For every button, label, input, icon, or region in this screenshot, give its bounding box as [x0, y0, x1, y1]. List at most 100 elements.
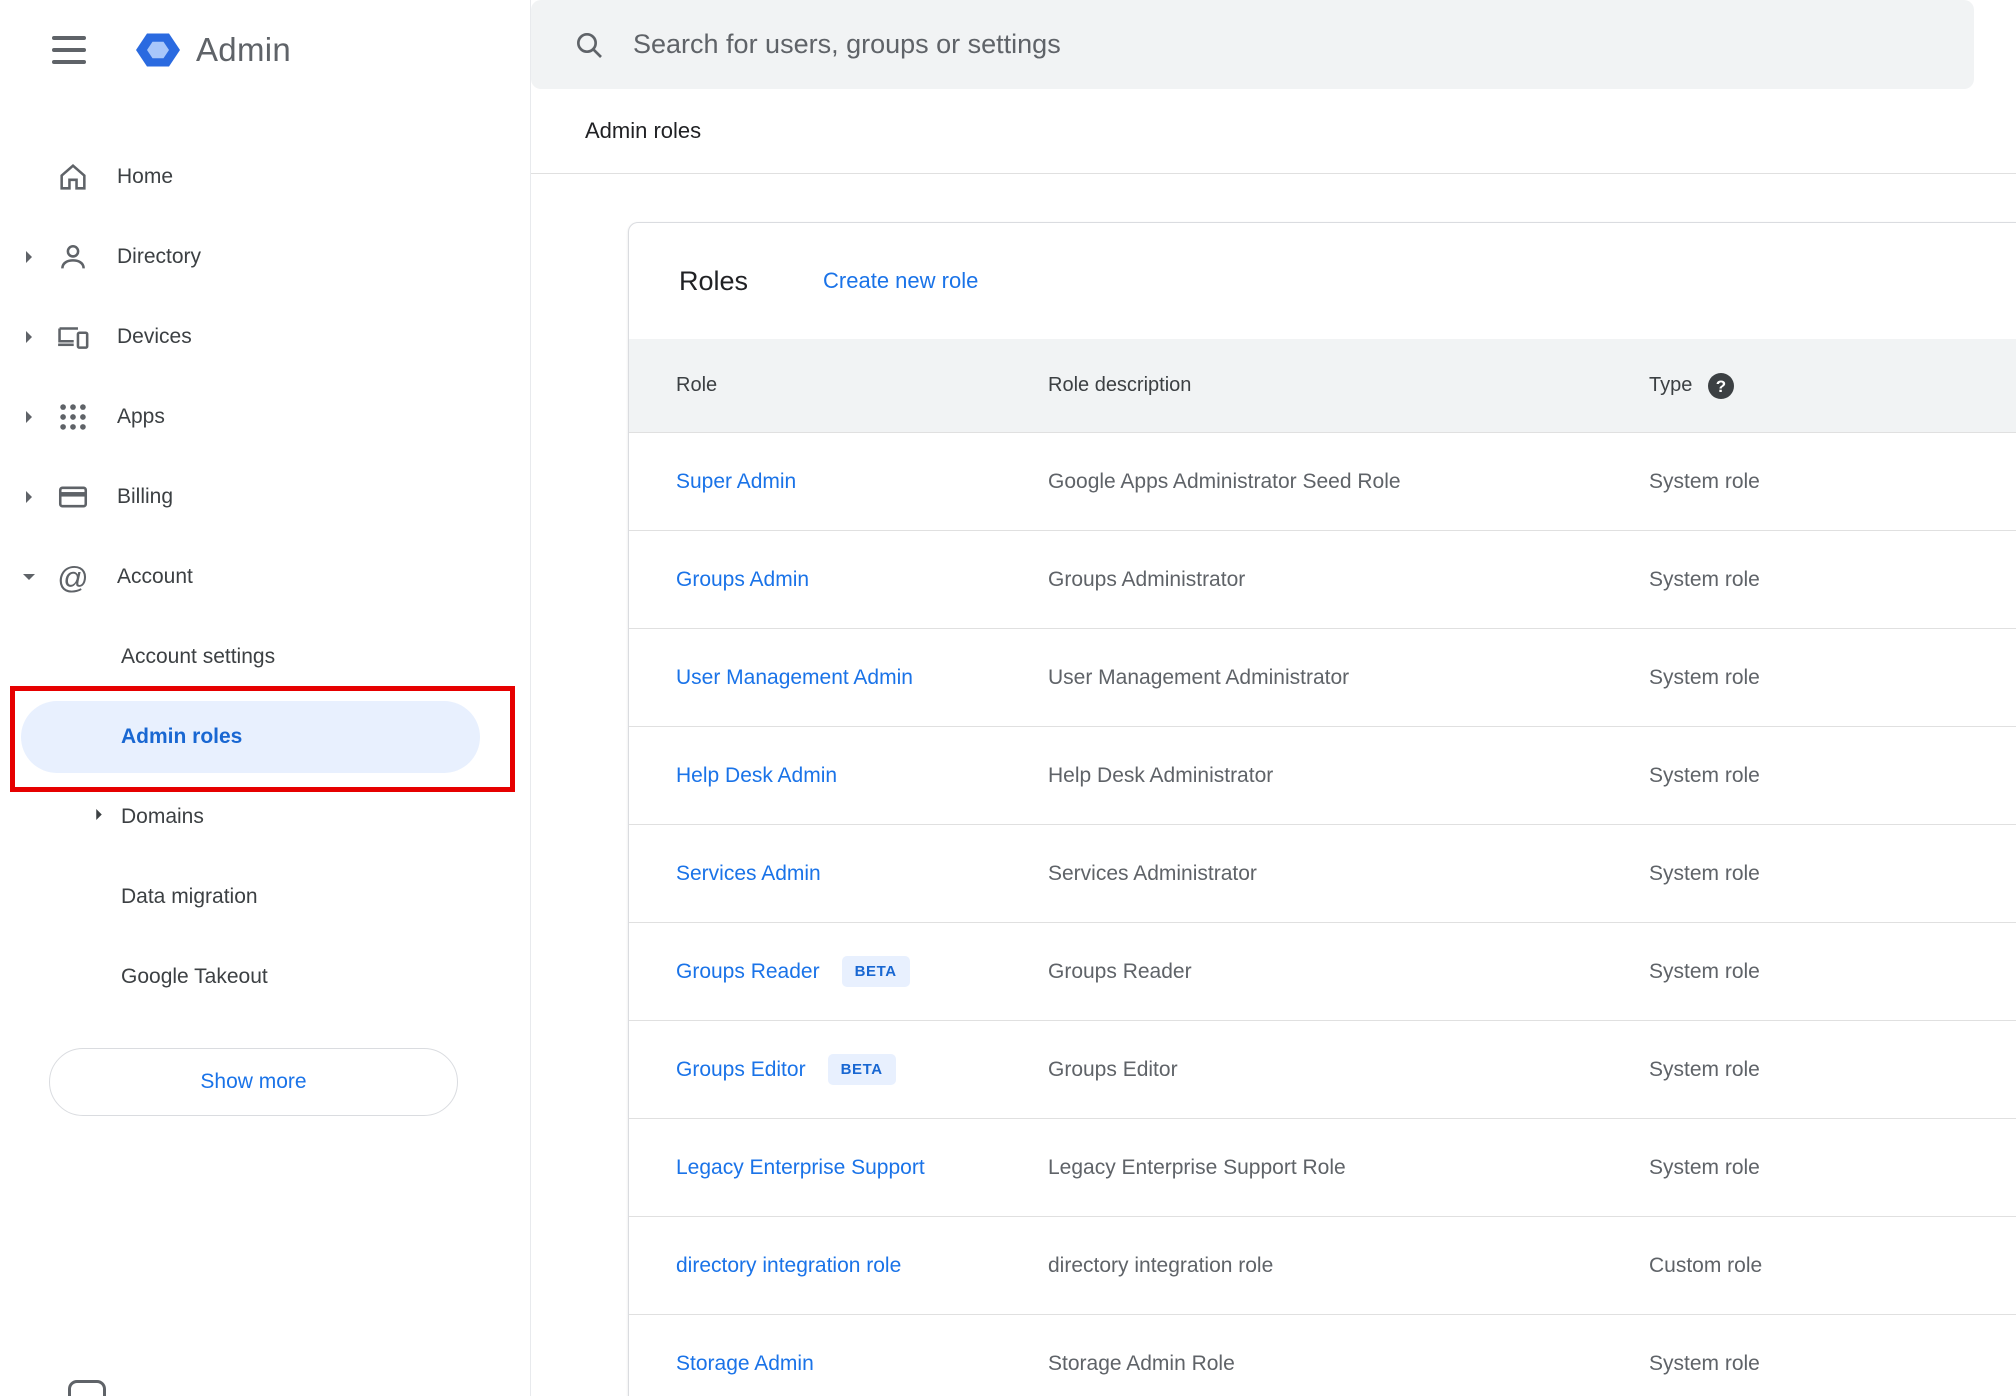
role-type: Custom role	[1649, 1253, 1763, 1277]
main-content: Admin roles Roles Create new role Role R…	[531, 0, 2016, 1396]
app-title: Admin	[196, 31, 292, 68]
sidebar-item-domains[interactable]: Domains	[0, 777, 530, 857]
at-sign-icon: @	[57, 559, 89, 595]
sidebar-item-label: Billing	[117, 485, 174, 508]
sidebar: Admin Home Directory Devices Apps Billin…	[0, 0, 531, 1396]
sidebar-item-google-takeout[interactable]: Google Takeout	[0, 937, 530, 1017]
partial-bottom-icon	[68, 1380, 106, 1396]
beta-badge: BETA	[827, 1054, 896, 1085]
sidebar-item-admin-roles[interactable]: Admin roles	[0, 697, 530, 777]
search-input[interactable]	[633, 29, 1974, 60]
search-bar[interactable]	[531, 0, 1974, 89]
sidebar-item-label: Account settings	[121, 645, 276, 668]
sidebar-item-label: Home	[117, 165, 174, 188]
role-link[interactable]: directory integration role	[676, 1254, 901, 1278]
devices-icon	[55, 319, 91, 355]
table-row[interactable]: Storage Admin Storage Admin Role System …	[629, 1314, 2016, 1396]
apps-grid-icon	[55, 399, 91, 435]
sidebar-item-label: Directory	[117, 245, 202, 268]
active-item-highlight	[21, 701, 480, 773]
sidebar-item-account[interactable]: @ Account	[0, 537, 530, 617]
role-type: System role	[1649, 1155, 1760, 1179]
sidebar-item-label: Account	[117, 565, 193, 588]
svg-text:?: ?	[1716, 377, 1726, 396]
sidebar-item-label: Devices	[117, 325, 192, 348]
show-more-button[interactable]: Show more	[49, 1048, 458, 1116]
help-icon[interactable]: ?	[1706, 371, 1736, 401]
roles-card: Roles Create new role Role Role descript…	[628, 222, 2016, 1396]
table-row[interactable]: Help Desk Admin Help Desk Administrator …	[629, 726, 2016, 824]
create-new-role-link[interactable]: Create new role	[823, 268, 978, 294]
sidebar-item-data-migration[interactable]: Data migration	[0, 857, 530, 937]
sidebar-item-label: Data migration	[121, 885, 258, 908]
sidebar-item-directory[interactable]: Directory	[0, 217, 530, 297]
chevron-right-icon[interactable]	[14, 405, 44, 429]
role-type: System role	[1649, 1057, 1760, 1081]
role-link[interactable]: Services Admin	[676, 862, 821, 886]
role-description: Groups Editor	[1048, 1057, 1178, 1081]
table-row[interactable]: Super Admin Google Apps Administrator Se…	[629, 432, 2016, 530]
role-description: Help Desk Administrator	[1048, 763, 1274, 787]
admin-hexagon-icon	[136, 33, 180, 67]
role-description: directory integration role	[1048, 1253, 1274, 1277]
role-link[interactable]: User Management Admin	[676, 666, 913, 690]
sidebar-item-billing[interactable]: Billing	[0, 457, 530, 537]
table-row[interactable]: directory integration role directory int…	[629, 1216, 2016, 1314]
chevron-right-icon[interactable]	[14, 245, 44, 269]
sidebar-item-account-settings[interactable]: Account settings	[0, 617, 530, 697]
sidebar-item-devices[interactable]: Devices	[0, 297, 530, 377]
search-icon	[573, 29, 605, 61]
table-row[interactable]: Legacy Enterprise Support Legacy Enterpr…	[629, 1118, 2016, 1216]
role-description: Services Administrator	[1048, 861, 1257, 885]
table-row[interactable]: Groups Reader BETA Groups Reader System …	[629, 922, 2016, 1020]
chevron-down-icon[interactable]	[14, 565, 44, 589]
role-link[interactable]: Groups Admin	[676, 568, 809, 592]
role-type: System role	[1649, 959, 1760, 983]
sidebar-nav: Home Directory Devices Apps Billing @ Ac…	[0, 137, 530, 1116]
breadcrumb: Admin roles	[585, 118, 702, 143]
role-link[interactable]: Groups Reader	[676, 960, 820, 984]
role-link[interactable]: Legacy Enterprise Support	[676, 1156, 925, 1180]
table-row[interactable]: User Management Admin User Management Ad…	[629, 628, 2016, 726]
roles-card-header: Roles Create new role	[629, 223, 2016, 339]
role-description: Groups Administrator	[1048, 567, 1246, 591]
role-description: User Management Administrator	[1048, 665, 1350, 689]
role-link[interactable]: Storage Admin	[676, 1352, 814, 1376]
role-link[interactable]: Groups Editor	[676, 1058, 806, 1082]
person-icon	[55, 239, 91, 275]
sidebar-item-label: Domains	[121, 805, 204, 828]
table-row[interactable]: Services Admin Services Administrator Sy…	[629, 824, 2016, 922]
role-type: System role	[1649, 861, 1760, 885]
column-header-role: Role	[676, 374, 718, 396]
sidebar-item-label: Apps	[117, 405, 165, 428]
sidebar-header: Admin	[0, 0, 530, 100]
role-description: Legacy Enterprise Support Role	[1048, 1155, 1346, 1179]
role-description: Google Apps Administrator Seed Role	[1048, 469, 1401, 493]
role-type: System role	[1649, 665, 1760, 689]
billing-card-icon	[55, 479, 91, 515]
beta-badge: BETA	[841, 956, 910, 987]
chevron-right-icon[interactable]	[88, 804, 110, 831]
role-type: System role	[1649, 1351, 1760, 1375]
role-description: Groups Reader	[1048, 959, 1192, 983]
sidebar-item-label: Google Takeout	[121, 965, 268, 988]
role-type: System role	[1649, 469, 1760, 493]
sidebar-item-apps[interactable]: Apps	[0, 377, 530, 457]
table-row[interactable]: Groups Admin Groups Administrator System…	[629, 530, 2016, 628]
hamburger-menu-icon[interactable]	[52, 36, 88, 64]
table-row[interactable]: Groups Editor BETA Groups Editor System …	[629, 1020, 2016, 1118]
role-link[interactable]: Super Admin	[676, 470, 796, 494]
card-title: Roles	[679, 265, 749, 296]
chevron-right-icon[interactable]	[14, 485, 44, 509]
column-header-description: Role description	[1048, 374, 1192, 396]
role-link[interactable]: Help Desk Admin	[676, 764, 837, 788]
admin-logo: Admin	[136, 28, 291, 72]
home-icon	[55, 159, 91, 195]
role-description: Storage Admin Role	[1048, 1351, 1235, 1375]
role-type: System role	[1649, 567, 1760, 591]
chevron-right-icon[interactable]	[14, 325, 44, 349]
breadcrumb-bar: Admin roles	[531, 89, 2016, 174]
role-type: System role	[1649, 763, 1760, 787]
column-header-type: Type ?	[1649, 371, 2016, 401]
sidebar-item-home[interactable]: Home	[0, 137, 530, 217]
